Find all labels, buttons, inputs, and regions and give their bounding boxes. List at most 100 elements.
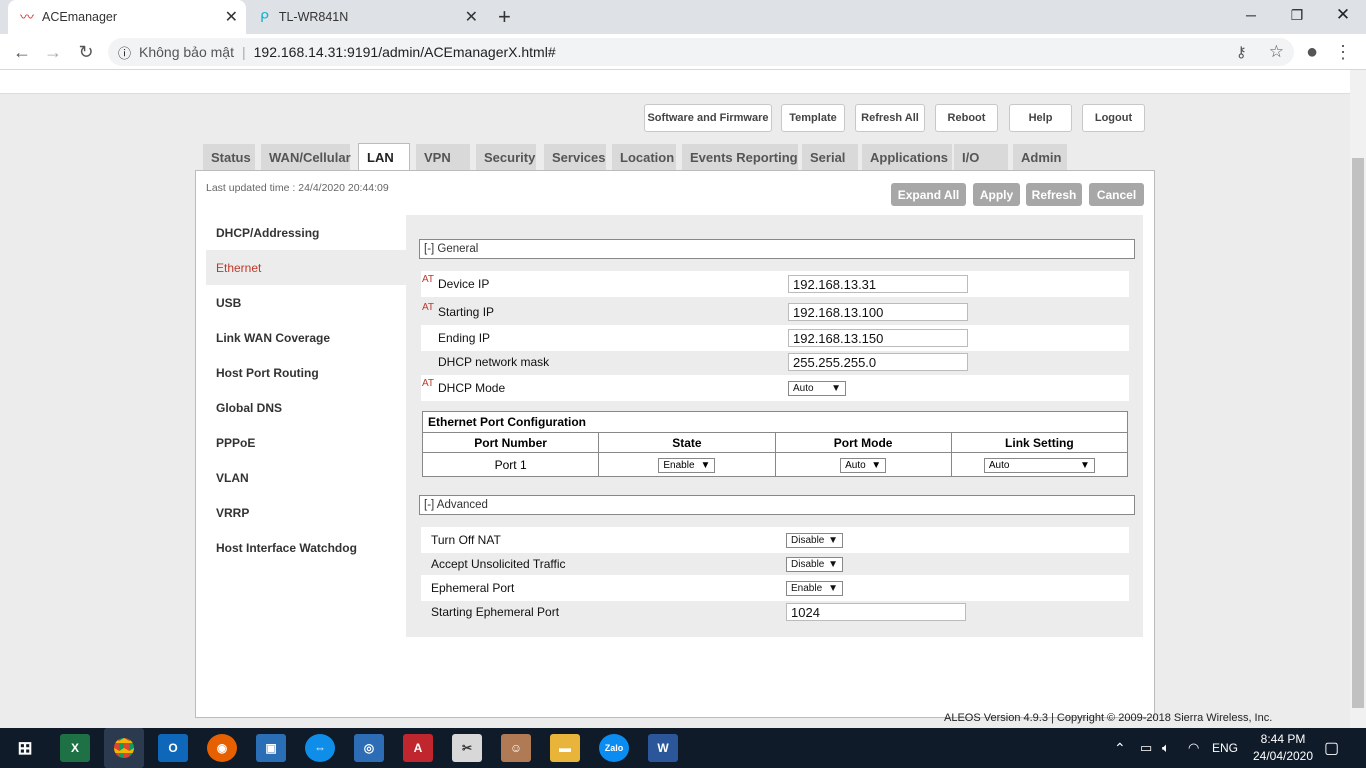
forward-arrow-icon[interactable]: →: [38, 34, 68, 70]
dropdown-arrow-icon: ▼: [700, 459, 711, 471]
sidebar-item-dhcp-addressing[interactable]: DHCP/Addressing: [206, 215, 406, 250]
port-mode-value: Auto: [845, 459, 866, 471]
sidebar-item-usb[interactable]: USB: [206, 285, 406, 320]
browser-tab-acemanager[interactable]: 〰 ACEmanager ✕: [8, 0, 246, 34]
close-icon[interactable]: ✕: [465, 7, 478, 27]
zalo-icon[interactable]: Zalo: [599, 734, 629, 762]
taskbar-clock[interactable]: 8:44 PM 24/04/2020: [1248, 731, 1318, 765]
tab-serial[interactable]: Serial: [802, 144, 858, 170]
sidebar-item-host-interface-watchdog[interactable]: Host Interface Watchdog: [206, 530, 406, 565]
expand-all-button[interactable]: Expand All: [891, 183, 966, 206]
refresh-button[interactable]: Refresh: [1026, 183, 1082, 206]
cancel-button[interactable]: Cancel: [1089, 183, 1144, 206]
wifi-icon[interactable]: ◠: [1188, 728, 1199, 768]
tray-chevron-icon[interactable]: ⌃: [1114, 728, 1126, 768]
notification-icon[interactable]: ▢: [1324, 728, 1339, 768]
new-tab-plus-icon[interactable]: +: [498, 4, 520, 29]
key-icon[interactable]: ⚷: [1236, 43, 1247, 61]
chrome-icon[interactable]: [104, 728, 144, 768]
windows-start-icon[interactable]: ⊞: [10, 734, 40, 762]
software-firmware-button[interactable]: Software and Firmware: [644, 104, 772, 132]
dhcp-mode-select[interactable]: Auto ▼: [788, 380, 846, 396]
sidebar-item-vrrp[interactable]: VRRP: [206, 495, 406, 530]
back-arrow-icon[interactable]: ←: [7, 34, 37, 70]
info-icon[interactable]: ⓘ: [118, 43, 131, 62]
port-mode-select[interactable]: Auto ▼: [840, 457, 887, 473]
tab-admin[interactable]: Admin: [1013, 144, 1067, 170]
battery-icon[interactable]: ▭: [1140, 728, 1152, 768]
sidebar-item-link-wan-coverage[interactable]: Link WAN Coverage: [206, 320, 406, 355]
remote-desktop-icon[interactable]: ▣: [256, 734, 286, 762]
reboot-button[interactable]: Reboot: [935, 104, 998, 132]
close-icon[interactable]: ✕: [225, 7, 238, 27]
scrollbar-thumb[interactable]: [1352, 158, 1364, 708]
page-header-strip: [0, 70, 1350, 94]
port-mode-cell: Auto ▼: [774, 452, 952, 477]
teamviewer-icon[interactable]: ⇔: [305, 734, 335, 762]
reload-icon[interactable]: ↻: [71, 34, 101, 70]
apply-button[interactable]: Apply: [973, 183, 1020, 206]
template-button[interactable]: Template: [781, 104, 845, 132]
game-icon[interactable]: ☺: [501, 734, 531, 762]
window-close-icon[interactable]: ✕: [1320, 0, 1366, 30]
word-icon[interactable]: W: [648, 734, 678, 762]
address-bar[interactable]: ⓘ Không bảo mật | 192.168.14.31:9191/adm…: [108, 38, 1294, 66]
browser-tab-tplink[interactable]: ᑭ TL-WR841N ✕: [250, 0, 488, 34]
tab-lan[interactable]: LAN: [358, 143, 410, 171]
tab-vpn[interactable]: VPN: [416, 144, 470, 170]
ephemeral-port-value: Enable: [791, 582, 823, 594]
sidebar-item-global-dns[interactable]: Global DNS: [206, 390, 406, 425]
tab-applications[interactable]: Applications: [862, 144, 952, 170]
ending-ip-field[interactable]: 192.168.13.150: [788, 329, 968, 347]
logout-button[interactable]: Logout: [1082, 104, 1145, 132]
port-state-value: Enable: [663, 459, 695, 471]
menu-dots-icon[interactable]: ⋮: [1328, 34, 1358, 70]
tab-io[interactable]: I/O: [954, 144, 1008, 170]
firefox-icon[interactable]: ◉: [207, 734, 237, 762]
language-indicator[interactable]: ENG: [1212, 728, 1238, 768]
refresh-all-button[interactable]: Refresh All: [855, 104, 925, 132]
volume-icon[interactable]: 🔈︎: [1162, 728, 1170, 768]
snipping-tool-icon[interactable]: ✂: [452, 734, 482, 762]
profile-avatar-icon[interactable]: ●: [1297, 34, 1327, 70]
autocad-icon[interactable]: A: [403, 734, 433, 762]
restore-icon[interactable]: ❐: [1274, 0, 1320, 30]
sidebar-item-ethernet[interactable]: Ethernet: [206, 250, 406, 285]
sidebar-item-host-port-routing[interactable]: Host Port Routing: [206, 355, 406, 390]
starting-ephemeral-field[interactable]: 1024: [786, 603, 966, 621]
sidebar-item-vlan[interactable]: VLAN: [206, 460, 406, 495]
dhcp-mode-label: DHCP Mode: [438, 381, 506, 395]
tab-status[interactable]: Status: [203, 144, 255, 170]
general-section-header[interactable]: [-] General: [419, 239, 1135, 259]
accept-unsolicited-value: Disable: [791, 558, 825, 570]
device-ip-field[interactable]: 192.168.13.31: [788, 275, 968, 293]
app-icon[interactable]: ◎: [354, 734, 384, 762]
ephemeral-port-row: Ephemeral Port Enable ▼: [421, 575, 1129, 601]
link-setting-select[interactable]: Auto ▼: [983, 457, 1095, 473]
tab-security[interactable]: Security: [476, 144, 536, 170]
outlook-icon[interactable]: O: [158, 734, 188, 762]
col-port-mode: Port Mode: [774, 432, 952, 453]
help-button[interactable]: Help: [1009, 104, 1072, 132]
url-divider: |: [241, 44, 246, 60]
tab-title: ACEmanager: [42, 10, 118, 24]
file-explorer-icon[interactable]: ▬: [550, 734, 580, 762]
col-state: State: [598, 432, 776, 453]
advanced-section-header[interactable]: [-] Advanced: [419, 495, 1135, 515]
tab-wan-cellular[interactable]: WAN/Cellular: [261, 144, 351, 170]
star-icon[interactable]: ☆: [1269, 42, 1284, 62]
ephemeral-port-select[interactable]: Enable ▼: [786, 580, 843, 596]
sidebar-item-pppoe[interactable]: PPPoE: [206, 425, 406, 460]
dhcp-mask-field[interactable]: 255.255.255.0: [788, 353, 968, 371]
port-state-select[interactable]: Enable ▼: [658, 457, 716, 473]
tab-location[interactable]: Location: [612, 144, 676, 170]
dropdown-arrow-icon: ▼: [831, 382, 841, 394]
minimize-icon[interactable]: ─: [1228, 0, 1274, 30]
tab-events-reporting[interactable]: Events Reporting: [682, 144, 798, 170]
starting-ip-field[interactable]: 192.168.13.100: [788, 303, 968, 321]
tab-services[interactable]: Services: [544, 144, 606, 170]
accept-unsolicited-select[interactable]: Disable ▼: [786, 556, 843, 572]
excel-icon[interactable]: X: [60, 734, 90, 762]
dropdown-arrow-icon: ▼: [828, 558, 838, 570]
turn-off-nat-select[interactable]: Disable ▼: [786, 532, 843, 548]
